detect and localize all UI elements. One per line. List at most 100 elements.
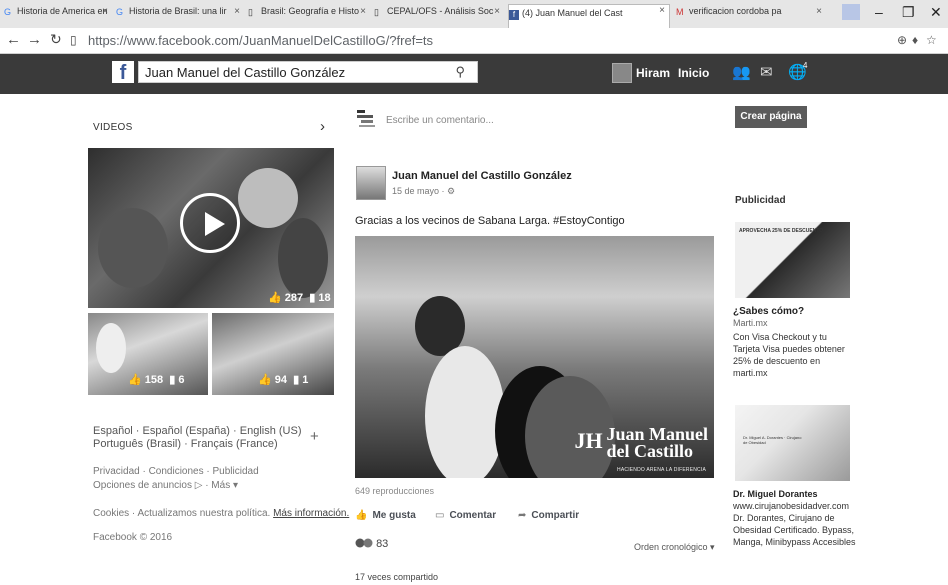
- share-button[interactable]: ➦ Compartir: [518, 510, 579, 521]
- page-info-icon[interactable]: ▯: [70, 33, 77, 47]
- more-info-link[interactable]: Más información.: [273, 508, 349, 519]
- browser-tab-cepal[interactable]: ▯ CEPAL/OFS - Análisis Soc ×: [374, 6, 504, 26]
- chevron-right-icon[interactable]: ›: [320, 118, 325, 135]
- google-icon: G: [116, 7, 124, 17]
- gmail-icon: M: [676, 7, 684, 17]
- like-icon: 👍: [128, 374, 142, 386]
- photo-figure: [525, 376, 615, 478]
- close-tab-icon[interactable]: ×: [494, 6, 500, 17]
- ad-title[interactable]: ¿Sabes cómo?: [733, 306, 804, 317]
- close-tab-icon[interactable]: ×: [360, 6, 366, 17]
- friend-requests-icon[interactable]: 👥: [732, 63, 751, 81]
- reload-icon[interactable]: ↻: [50, 31, 62, 48]
- zoom-icon[interactable]: ⊕: [897, 33, 907, 47]
- avatar[interactable]: [612, 63, 632, 83]
- post-text: Gracias a los vecinos de Sabana Larga. #…: [355, 215, 625, 227]
- bookmark-star-icon[interactable]: ☆: [926, 33, 937, 47]
- video-figure: [238, 168, 298, 228]
- thumbs-up-icon: 👍: [355, 510, 368, 521]
- page-logo-icon: [357, 110, 375, 127]
- facebook-logo-icon[interactable]: f: [112, 61, 134, 84]
- comment-button[interactable]: ▭ Comentar: [435, 510, 496, 521]
- search-icon[interactable]: ⚲: [455, 64, 465, 80]
- ad-title[interactable]: Dr. Miguel Dorantes: [733, 489, 818, 499]
- video-figure: [278, 218, 328, 298]
- footer-links[interactable]: Opciones de anuncios ▷ · Más ▾: [93, 480, 238, 491]
- minimize-button[interactable]: –: [875, 4, 883, 20]
- browser-tab-strip: G Historia de America en × G Historia de B…: [0, 0, 948, 28]
- plus-icon[interactable]: +: [310, 428, 319, 445]
- address-bar: ← → ↻ ▯ https://www.facebook.com/JuanMan…: [0, 28, 948, 54]
- comment-order-dropdown[interactable]: Orden cronológico ▾: [634, 542, 715, 553]
- comment-icon: ▮: [293, 374, 300, 386]
- post-date[interactable]: 15 de mayo · ⚙: [392, 186, 455, 197]
- messages-icon[interactable]: ✉: [760, 63, 773, 81]
- browser-tab-brasil-geografia[interactable]: ▯ Brasil: Geografía e Histo ×: [248, 6, 370, 26]
- video-figure: [98, 208, 168, 288]
- share-count[interactable]: 17 veces compartido: [355, 572, 438, 582]
- back-arrow-icon[interactable]: ←: [6, 31, 21, 48]
- view-count[interactable]: 649 reproducciones: [355, 486, 434, 496]
- forward-arrow-icon[interactable]: →: [27, 31, 42, 48]
- close-tab-icon[interactable]: ×: [234, 6, 240, 17]
- comment-icon: ▮: [309, 292, 316, 304]
- location-pin-icon[interactable]: ♦: [912, 33, 918, 47]
- facebook-icon: f: [509, 10, 519, 20]
- google-icon: G: [4, 7, 12, 17]
- ads-heading: Publicidad: [735, 195, 786, 206]
- document-icon: ▯: [374, 7, 379, 17]
- like-icon: 👍: [268, 292, 282, 304]
- language-selector: Español · Español (España) · English (US…: [93, 425, 303, 451]
- reaction-icons: [355, 538, 373, 548]
- photo-figure: [425, 346, 505, 478]
- close-tab-icon[interactable]: ×: [816, 6, 822, 17]
- watermark-logo: JH Juan Manuel del Castillo: [574, 424, 708, 461]
- user-profile-icon[interactable]: [842, 4, 860, 20]
- language-links[interactable]: Español · Español (España) · English (US…: [93, 425, 303, 438]
- videos-heading[interactable]: VIDEOS: [93, 122, 133, 133]
- video-thumbnail[interactable]: 👍 158 ▮ 6: [88, 313, 208, 395]
- close-tab-icon[interactable]: ×: [659, 5, 665, 16]
- search-box[interactable]: Juan Manuel del Castillo González ⚲: [138, 61, 478, 83]
- browser-tab-gmail[interactable]: Mverificacion cordoba pa ×: [676, 6, 826, 26]
- ad-image[interactable]: Dr. Miguel A. Dorantes · Cirujano de Obe…: [735, 405, 850, 481]
- like-icon: 👍: [258, 374, 272, 386]
- ad-site[interactable]: Marti.mx: [733, 318, 768, 328]
- video-thumbnail[interactable]: 👍 94 ▮ 1: [212, 313, 334, 395]
- play-icon[interactable]: [180, 193, 240, 253]
- avatar[interactable]: [356, 166, 386, 200]
- restore-button[interactable]: ❐: [902, 4, 915, 21]
- browser-tab-facebook[interactable]: f (4) Juan Manuel del Cast ×: [508, 4, 670, 28]
- ad-promo-text: APROVECHA 25% DE DESCUENTO: [739, 228, 824, 234]
- search-input[interactable]: Juan Manuel del Castillo González: [145, 65, 345, 80]
- create-page-button[interactable]: Crear página: [735, 106, 807, 128]
- footer-links[interactable]: Privacidad · Condiciones · Publicidad: [93, 466, 259, 477]
- post-author[interactable]: Juan Manuel del Castillo González: [392, 170, 572, 182]
- home-link[interactable]: Inicio: [678, 66, 709, 80]
- video-stats: 👍 287 ▮ 18: [268, 292, 331, 304]
- video-stats: 👍 158 ▮ 6: [128, 374, 185, 386]
- like-button[interactable]: 👍 Me gusta: [355, 510, 416, 521]
- post-image[interactable]: JH Juan Manuel del Castillo HACIENDO ARE…: [355, 236, 714, 478]
- close-window-button[interactable]: ✕: [930, 4, 942, 21]
- url-field[interactable]: https://www.facebook.com/JuanManuelDelCa…: [88, 33, 433, 48]
- reactions-summary[interactable]: 83: [355, 538, 388, 550]
- comment-icon: ▮: [169, 374, 176, 386]
- main-video[interactable]: 👍 287 ▮ 18: [88, 148, 334, 308]
- document-icon: ▯: [248, 7, 253, 17]
- comment-icon: ▭: [435, 510, 445, 521]
- comment-input[interactable]: Escribe un comentario...: [386, 115, 494, 126]
- ad-body[interactable]: www.cirujanobesidadver.com Dr. Dorantes,…: [733, 500, 863, 548]
- ad-image[interactable]: APROVECHA 25% DE DESCUENTO: [735, 222, 850, 298]
- notification-badge: 4: [803, 61, 808, 70]
- video-stats: 👍 94 ▮ 1: [258, 374, 309, 386]
- share-arrow-icon: ➦: [518, 510, 527, 521]
- ad-body[interactable]: Con Visa Checkout y tu Tarjeta Visa pued…: [733, 331, 853, 379]
- browser-tab-historia-brasil[interactable]: G Historia de Brasil: una lir ×: [116, 6, 244, 26]
- browser-tab-historia-america[interactable]: G Historia de America en ×: [4, 6, 112, 26]
- ad-caption: Dr. Miguel A. Dorantes · Cirujano de Obe…: [743, 435, 802, 445]
- profile-link[interactable]: Hiram: [636, 66, 670, 80]
- close-tab-icon[interactable]: ×: [102, 6, 108, 17]
- watermark-tagline: HACIENDO ARENA LA DIFERENCIA: [617, 467, 706, 473]
- language-links[interactable]: Português (Brasil) · Français (France): [93, 438, 303, 451]
